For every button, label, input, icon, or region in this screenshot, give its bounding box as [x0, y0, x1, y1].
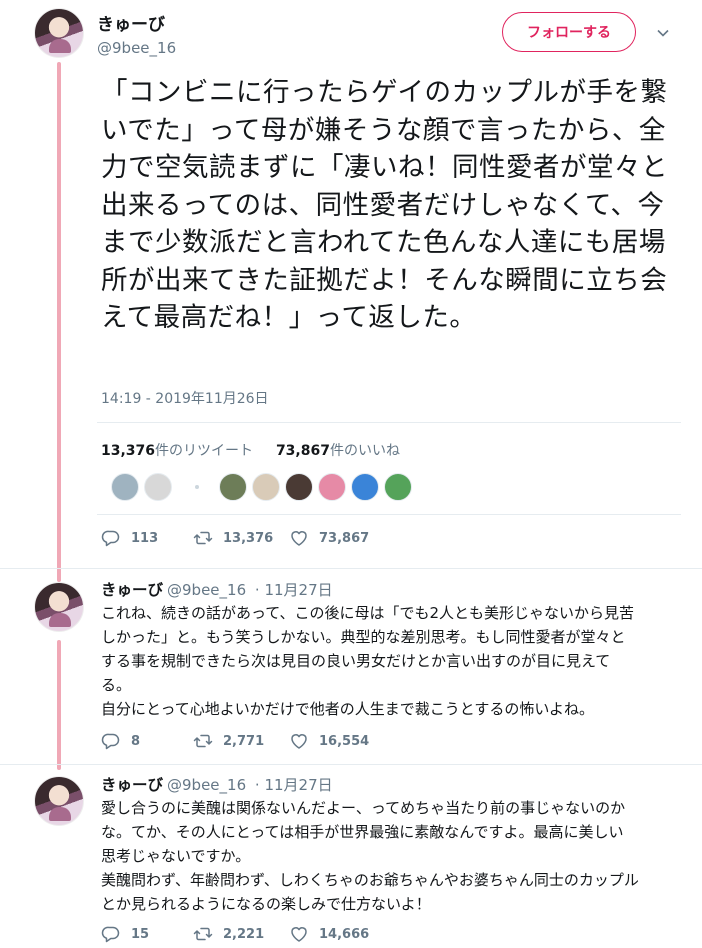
retweet-count: 13,376	[223, 530, 274, 546]
reply-count: 15	[131, 926, 150, 942]
like-count: 73,867	[319, 530, 370, 546]
thread-connector-line	[57, 62, 61, 582]
follow-button[interactable]: フォローする	[502, 12, 636, 52]
reply-text: 愛し合うのに美醜は関係ないんだよー、ってめちゃ当たり前の事じゃないのか な。てか…	[101, 796, 686, 916]
author-header: きゅーび @9bee_16	[97, 10, 176, 57]
tweet-actions: 8 2,771 16,554	[101, 731, 369, 751]
reply-icon	[101, 733, 120, 750]
avatar-white-flower[interactable]	[252, 473, 280, 501]
avatar[interactable]	[34, 776, 84, 826]
reply-date[interactable]: · 11月27日	[255, 581, 333, 599]
divider	[97, 422, 681, 423]
tweet-actions: 113 13,376 73,867	[101, 528, 369, 548]
reply-header: きゅーび @9bee_16 · 11月27日	[101, 578, 333, 600]
like-count: 16,554	[319, 733, 370, 749]
like-button[interactable]: 16,554	[289, 731, 369, 751]
avatar[interactable]	[34, 8, 84, 58]
divider	[0, 568, 702, 569]
reply-button[interactable]: 8	[101, 731, 193, 751]
heart-icon	[291, 927, 307, 942]
author-name[interactable]: きゅーび	[97, 15, 165, 35]
avatar[interactable]	[34, 582, 84, 632]
avatar-green-drop[interactable]	[384, 473, 412, 501]
avatar-pink-flower[interactable]	[318, 473, 346, 501]
reply-text-line: な。てか、その人にとっては相手が世界最強に素敵なんですよ。最高に美しい	[101, 823, 624, 841]
retweet-count: 13,376	[101, 443, 156, 459]
reply-text-line: る。	[101, 676, 132, 694]
retweet-button[interactable]: 2,771	[193, 731, 289, 751]
tweet-actions: 15 2,221 14,666	[101, 924, 369, 944]
avatar-game-art[interactable]	[219, 473, 247, 501]
divider	[97, 514, 681, 515]
reply-text-line: 美醜問わず、年齢問わず、しわくちゃのお爺ちゃんやお婆ちゃん同士のカップル	[101, 871, 639, 889]
reply-text-line: とか見られるようになるの楽しみで仕方ないよ！	[101, 895, 431, 913]
retweet-count: 2,221	[223, 926, 265, 942]
avatar-grey-circle[interactable]	[144, 473, 172, 501]
retweet-stat-label: 件のリツイート	[155, 443, 254, 459]
author-handle[interactable]: @9bee_16	[97, 39, 176, 57]
reply-header: きゅーび @9bee_16 · 11月27日	[101, 773, 333, 795]
reply-text-line: 愛し合うのに美醜は関係ないんだよー、ってめちゃ当たり前の事じゃないのか	[101, 799, 626, 817]
tweet-timestamp[interactable]: 14:19 - 2019年11月26日	[101, 388, 269, 408]
like-count: 73,867	[275, 443, 330, 459]
avatar-mountain-lake[interactable]	[111, 473, 139, 501]
like-button[interactable]: 73,867	[289, 528, 369, 548]
retweet-icon	[193, 531, 213, 545]
reply-button[interactable]: 15	[101, 924, 193, 944]
reply-text: これね、続きの話があって、この後に母は「でも2人とも美形じゃないから見苦 しかっ…	[101, 601, 686, 721]
heart-icon	[291, 734, 307, 749]
reply-count: 113	[131, 530, 159, 546]
like-stat-label: 件のいいね	[329, 443, 400, 459]
author-name[interactable]: きゅーび	[101, 776, 163, 794]
avatar-dark-hair-girl[interactable]	[285, 473, 313, 501]
reply-icon	[101, 530, 120, 547]
retweet-icon	[193, 734, 213, 748]
liker-avatars	[111, 472, 417, 502]
retweet-button[interactable]: 2,221	[193, 924, 289, 944]
reply-text-line: 自分にとって心地よいかだけで他者の人生まで裁こうとするの怖いよね。	[101, 700, 595, 718]
reply-text-line: 思考じゃないですか。	[101, 847, 251, 865]
reply-date[interactable]: · 11月27日	[255, 776, 333, 794]
like-button[interactable]: 14,666	[289, 924, 369, 944]
tweet-text: 「コンビニに行ったらゲイのカップルが手を繋いでた」って母が嫌そうな顔で言ったから…	[101, 77, 668, 333]
author-handle[interactable]: @9bee_16	[167, 776, 246, 794]
engagement-stats: 13,376件のリツイート 73,867件のいいね	[101, 440, 400, 460]
retweet-button[interactable]: 13,376	[193, 528, 289, 548]
reply-text-line: これね、続きの話があって、この後に母は「でも2人とも美形じゃないから見苦	[101, 604, 635, 622]
reply-button[interactable]: 113	[101, 528, 193, 548]
retweet-count: 2,771	[223, 733, 265, 749]
separator-dot	[195, 485, 199, 489]
reply-text-line: する事を規制できたら次は見目の良い男女だけとか言い出すのが目に見えて	[101, 652, 611, 670]
avatar-blue-gem[interactable]	[351, 473, 379, 501]
like-count: 14,666	[319, 926, 370, 942]
divider	[0, 764, 702, 765]
heart-icon	[291, 531, 307, 546]
thread-connector-line	[57, 640, 61, 770]
author-name[interactable]: きゅーび	[101, 581, 163, 599]
retweet-icon	[193, 927, 213, 941]
author-handle[interactable]: @9bee_16	[167, 581, 246, 599]
reply-icon	[101, 926, 120, 943]
reply-text-line: しかった」と。もう笑うしかない。典型的な差別思考。もし同性愛者が堂々と	[101, 628, 626, 646]
reply-count: 8	[131, 733, 141, 749]
like-stat[interactable]: 73,867件のいいね	[276, 443, 400, 459]
retweet-stat[interactable]: 13,376件のリツイート	[101, 443, 253, 459]
chevron-down-icon[interactable]	[656, 26, 670, 40]
